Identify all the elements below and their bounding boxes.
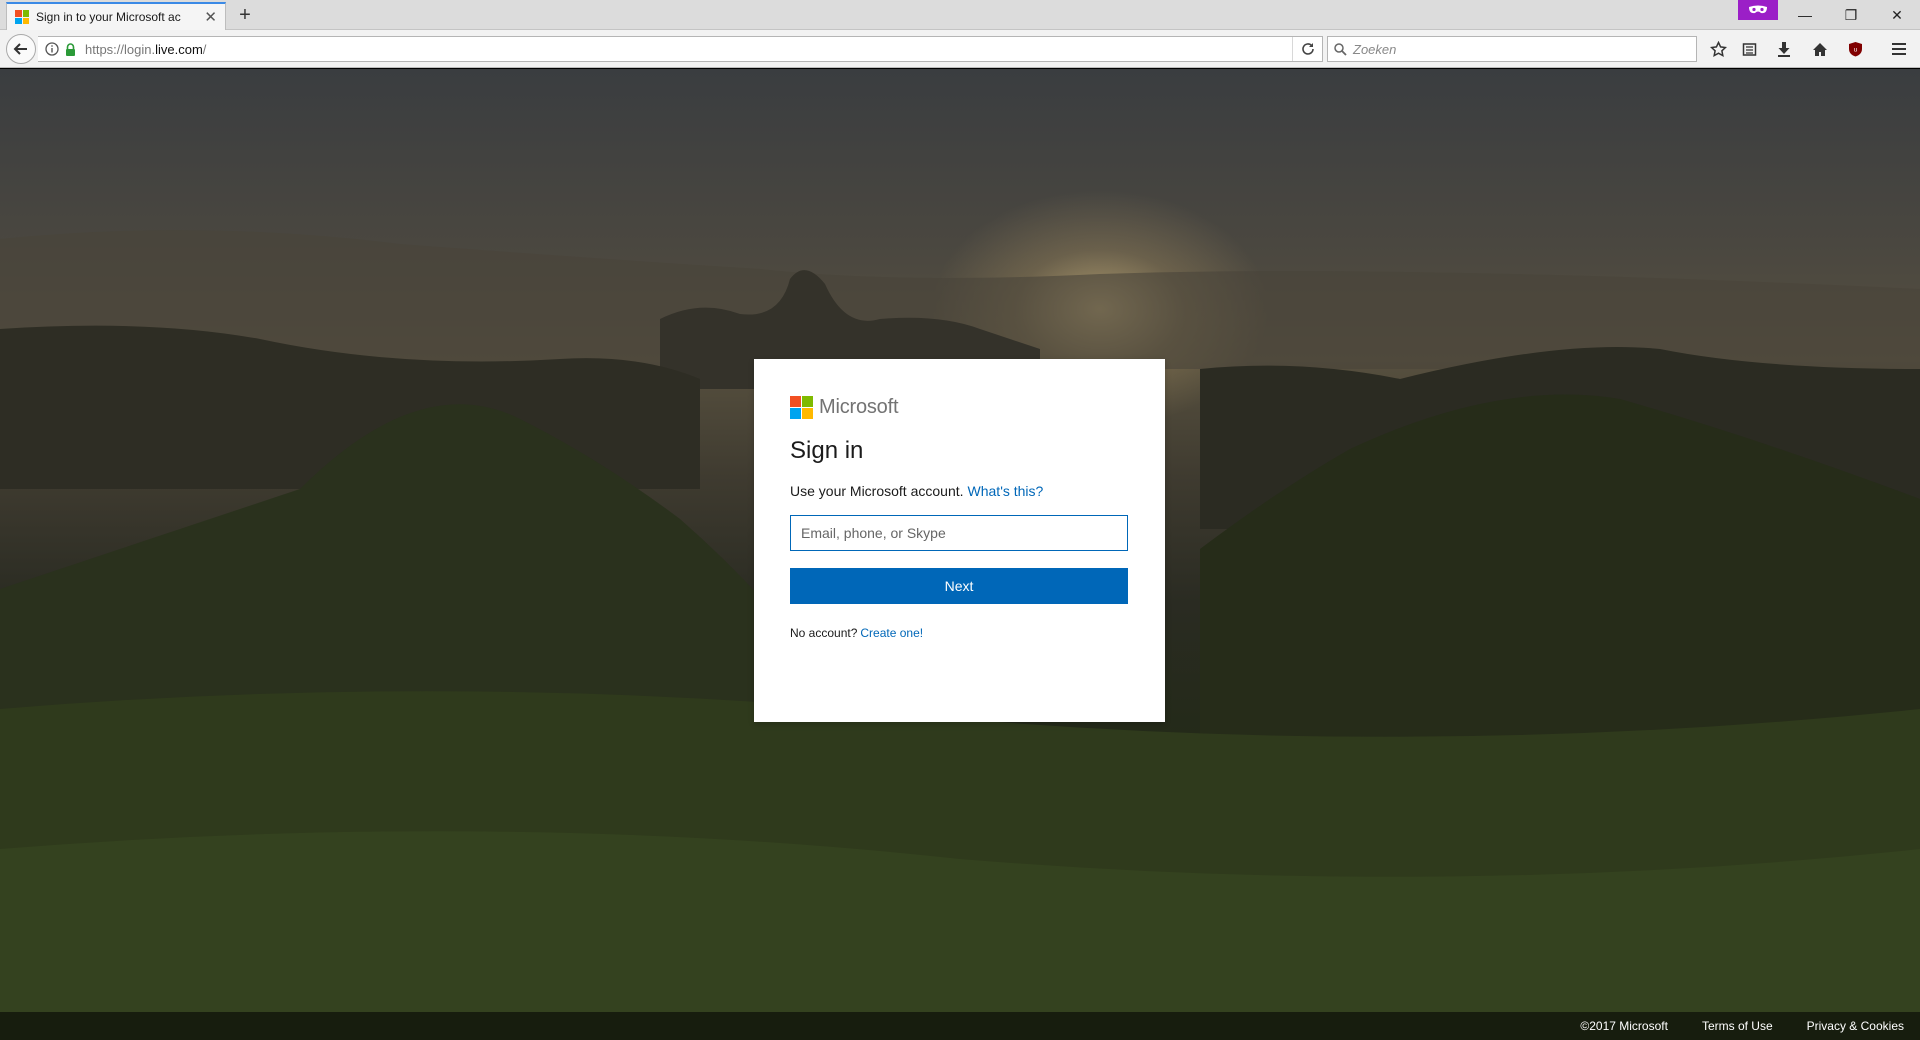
tab-close-icon[interactable]: ✕ (204, 10, 217, 25)
logo-square-green (802, 395, 813, 407)
logo-square-blue (790, 407, 801, 419)
menu-icon[interactable] (1889, 39, 1909, 59)
back-button[interactable] (6, 34, 36, 64)
private-browsing-mask-icon (1738, 0, 1778, 20)
window-minimize-button[interactable]: — (1782, 0, 1828, 30)
email-input[interactable] (790, 515, 1128, 551)
logo-square-red (790, 395, 801, 407)
privacy-cookies-link[interactable]: Privacy & Cookies (1807, 1019, 1904, 1033)
page-footer: ©2017 Microsoft Terms of Use Privacy & C… (0, 1012, 1920, 1040)
secure-lock-icon[interactable] (63, 42, 77, 56)
ublock-icon[interactable]: u (1845, 39, 1865, 59)
create-account-link[interactable]: Create one! (860, 626, 923, 640)
site-info-icon[interactable] (44, 41, 60, 57)
microsoft-logo-icon (790, 395, 813, 419)
download-icon[interactable] (1774, 39, 1794, 59)
browser-navbar: https://login.live.com/ Zoeken u (0, 30, 1920, 68)
next-button[interactable]: Next (790, 568, 1128, 604)
search-bar[interactable]: Zoeken (1327, 36, 1697, 62)
logo-square-yellow (802, 407, 813, 419)
microsoft-favicon-icon (15, 10, 29, 24)
reload-icon[interactable] (1292, 37, 1322, 61)
microsoft-wordmark: Microsoft (819, 395, 899, 418)
terms-of-use-link[interactable]: Terms of Use (1702, 1019, 1773, 1033)
browser-titlebar: Sign in to your Microsoft ac ✕ + — ❐ ✕ (0, 0, 1920, 30)
signin-description: Use your Microsoft account. What's this? (790, 483, 1044, 499)
reading-list-icon[interactable] (1739, 39, 1759, 59)
new-tab-button[interactable]: + (234, 4, 256, 26)
microsoft-logo: Microsoft (790, 395, 1129, 419)
signin-card: Microsoft Sign in Use your Microsoft acc… (754, 359, 1165, 722)
window-restore-button[interactable]: ❐ (1828, 0, 1874, 30)
bookmark-star-icon[interactable] (1708, 39, 1728, 59)
url-text[interactable]: https://login.live.com/ (85, 42, 206, 57)
search-placeholder: Zoeken (1353, 41, 1397, 57)
svg-text:u: u (1853, 48, 1856, 54)
back-arrow-icon (13, 43, 27, 55)
home-icon[interactable] (1810, 39, 1830, 59)
no-account-text: No account? Create one! (790, 626, 924, 640)
tab-title: Sign in to your Microsoft ac (36, 10, 181, 24)
url-bar[interactable]: https://login.live.com/ (38, 36, 1323, 62)
copyright-text: ©2017 Microsoft (1580, 1019, 1668, 1033)
browser-tab-signin[interactable]: Sign in to your Microsoft ac ✕ (6, 2, 226, 30)
search-icon (1334, 42, 1347, 56)
signin-title: Sign in (790, 437, 864, 464)
window-close-button[interactable]: ✕ (1874, 0, 1920, 30)
whats-this-link[interactable]: What's this? (968, 483, 1044, 499)
